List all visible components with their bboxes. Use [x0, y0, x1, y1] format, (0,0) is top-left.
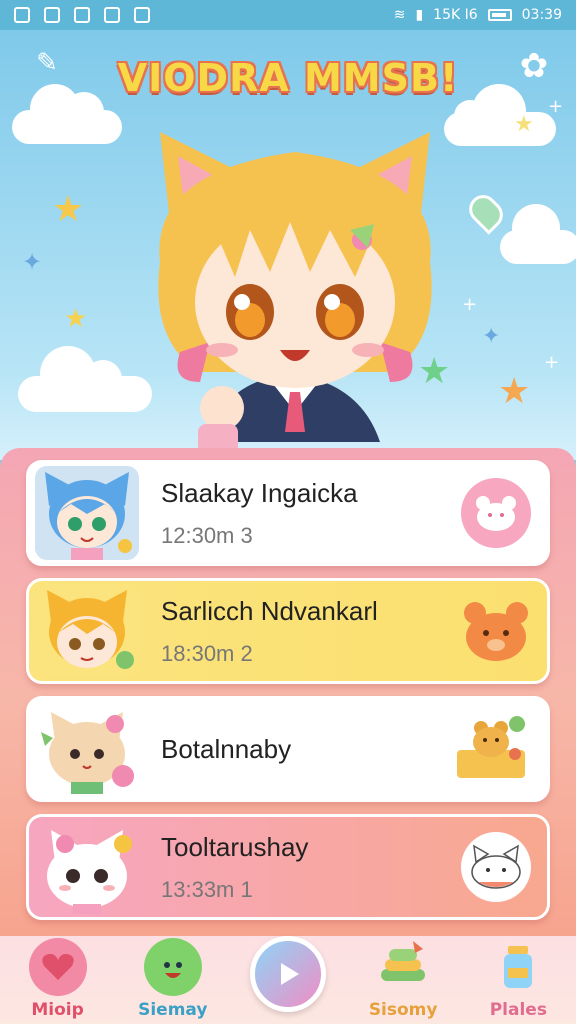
star-icon: ✦: [482, 324, 501, 349]
status-right: ≋ ▮ 15K I6 03:39: [394, 7, 562, 23]
nav-label: Plales: [489, 1000, 547, 1020]
chat-list: Slaakay Ingaicka 12:30m 3 Sarlicch Ndvan…: [0, 448, 576, 948]
wifi-icon: ≋: [393, 7, 406, 23]
cloud-icon: [12, 84, 122, 144]
pink-bear-icon[interactable]: [461, 478, 531, 548]
signal-text: 15K I6: [433, 7, 478, 23]
list-item[interactable]: Tooltarushay 13:33m 1: [26, 814, 550, 920]
avatar: [41, 712, 134, 794]
sparkle-icon: +: [548, 96, 564, 117]
list-item[interactable]: Botalnnaby: [26, 696, 550, 802]
contact-name: Tooltarushay: [161, 831, 309, 862]
star-icon: ★: [52, 189, 85, 230]
avatar: [47, 830, 132, 914]
list-item[interactable]: Slaakay Ingaicka 12:30m 3: [26, 460, 550, 566]
orange-bear-icon[interactable]: [461, 596, 531, 666]
timestamp: 13:33m 1: [161, 876, 253, 902]
star-icon: ★: [514, 112, 534, 137]
hero-banner: ✎ ✿ VIODRA MMSB! ★ ★ ✦ ★ ★ ✦ ★ + + +: [0, 30, 576, 460]
white-cat-face-icon[interactable]: [461, 832, 531, 902]
timestamp: 12:30m 3: [161, 522, 253, 548]
gift-stack-icon: [374, 938, 432, 996]
green-bunny-icon: [143, 938, 202, 996]
nav-item-mioip[interactable]: Mioip: [3, 938, 113, 1020]
clock: 03:39: [521, 7, 562, 23]
status-bar: ≋ ▮ 15K I6 03:39: [0, 0, 576, 30]
bottom-navigation: Mioip Siemay Sisomy Plales: [0, 936, 576, 1024]
notification-icon: [14, 7, 30, 23]
sparkle-icon: +: [544, 352, 560, 373]
cloud-icon: [444, 84, 556, 146]
jar-icon: [489, 938, 547, 996]
nav-label: Mioip: [31, 1000, 84, 1020]
cloud-icon: [500, 204, 576, 264]
timestamp: 18:30m 2: [161, 640, 253, 666]
mail-icon: [44, 7, 60, 23]
nav-item-play[interactable]: [233, 936, 343, 1020]
nav-item-sisomy[interactable]: Sisomy: [348, 938, 458, 1020]
edit-icon: [134, 7, 150, 23]
bear-in-box-icon[interactable]: [451, 714, 531, 784]
battery-icon: [487, 9, 512, 21]
mascot-character: [158, 132, 432, 454]
play-icon: [249, 936, 326, 1012]
star-icon: ★: [64, 304, 88, 334]
contact-name: Sarlicch Ndvankarl: [161, 595, 378, 626]
sparkle-icon: +: [462, 294, 478, 315]
nav-item-siemay[interactable]: Siemay: [118, 938, 228, 1020]
notification-icons: [14, 7, 150, 23]
contact-name: Slaakay Ingaicka: [161, 477, 358, 508]
avatar: [35, 584, 139, 678]
map-pin-icon: [463, 189, 509, 235]
nav-label: Siemay: [138, 1000, 208, 1020]
avatar: [35, 466, 139, 560]
nav-item-plales[interactable]: Plales: [463, 938, 573, 1020]
nav-label: Sisomy: [368, 1000, 438, 1020]
star-icon: ✦: [22, 248, 43, 276]
contact-name: Botalnnaby: [161, 733, 292, 764]
star-icon: ★: [498, 371, 531, 412]
inbox-icon: [104, 7, 120, 23]
heart-bubble-icon: [28, 938, 87, 996]
signal-icon: ▮: [415, 7, 424, 23]
app-title: VIODRA MMSB!: [117, 56, 459, 100]
cloud-icon: [18, 346, 152, 412]
message-icon: [74, 7, 90, 23]
list-item[interactable]: Sarlicch Ndvankarl 18:30m 2: [26, 578, 550, 684]
